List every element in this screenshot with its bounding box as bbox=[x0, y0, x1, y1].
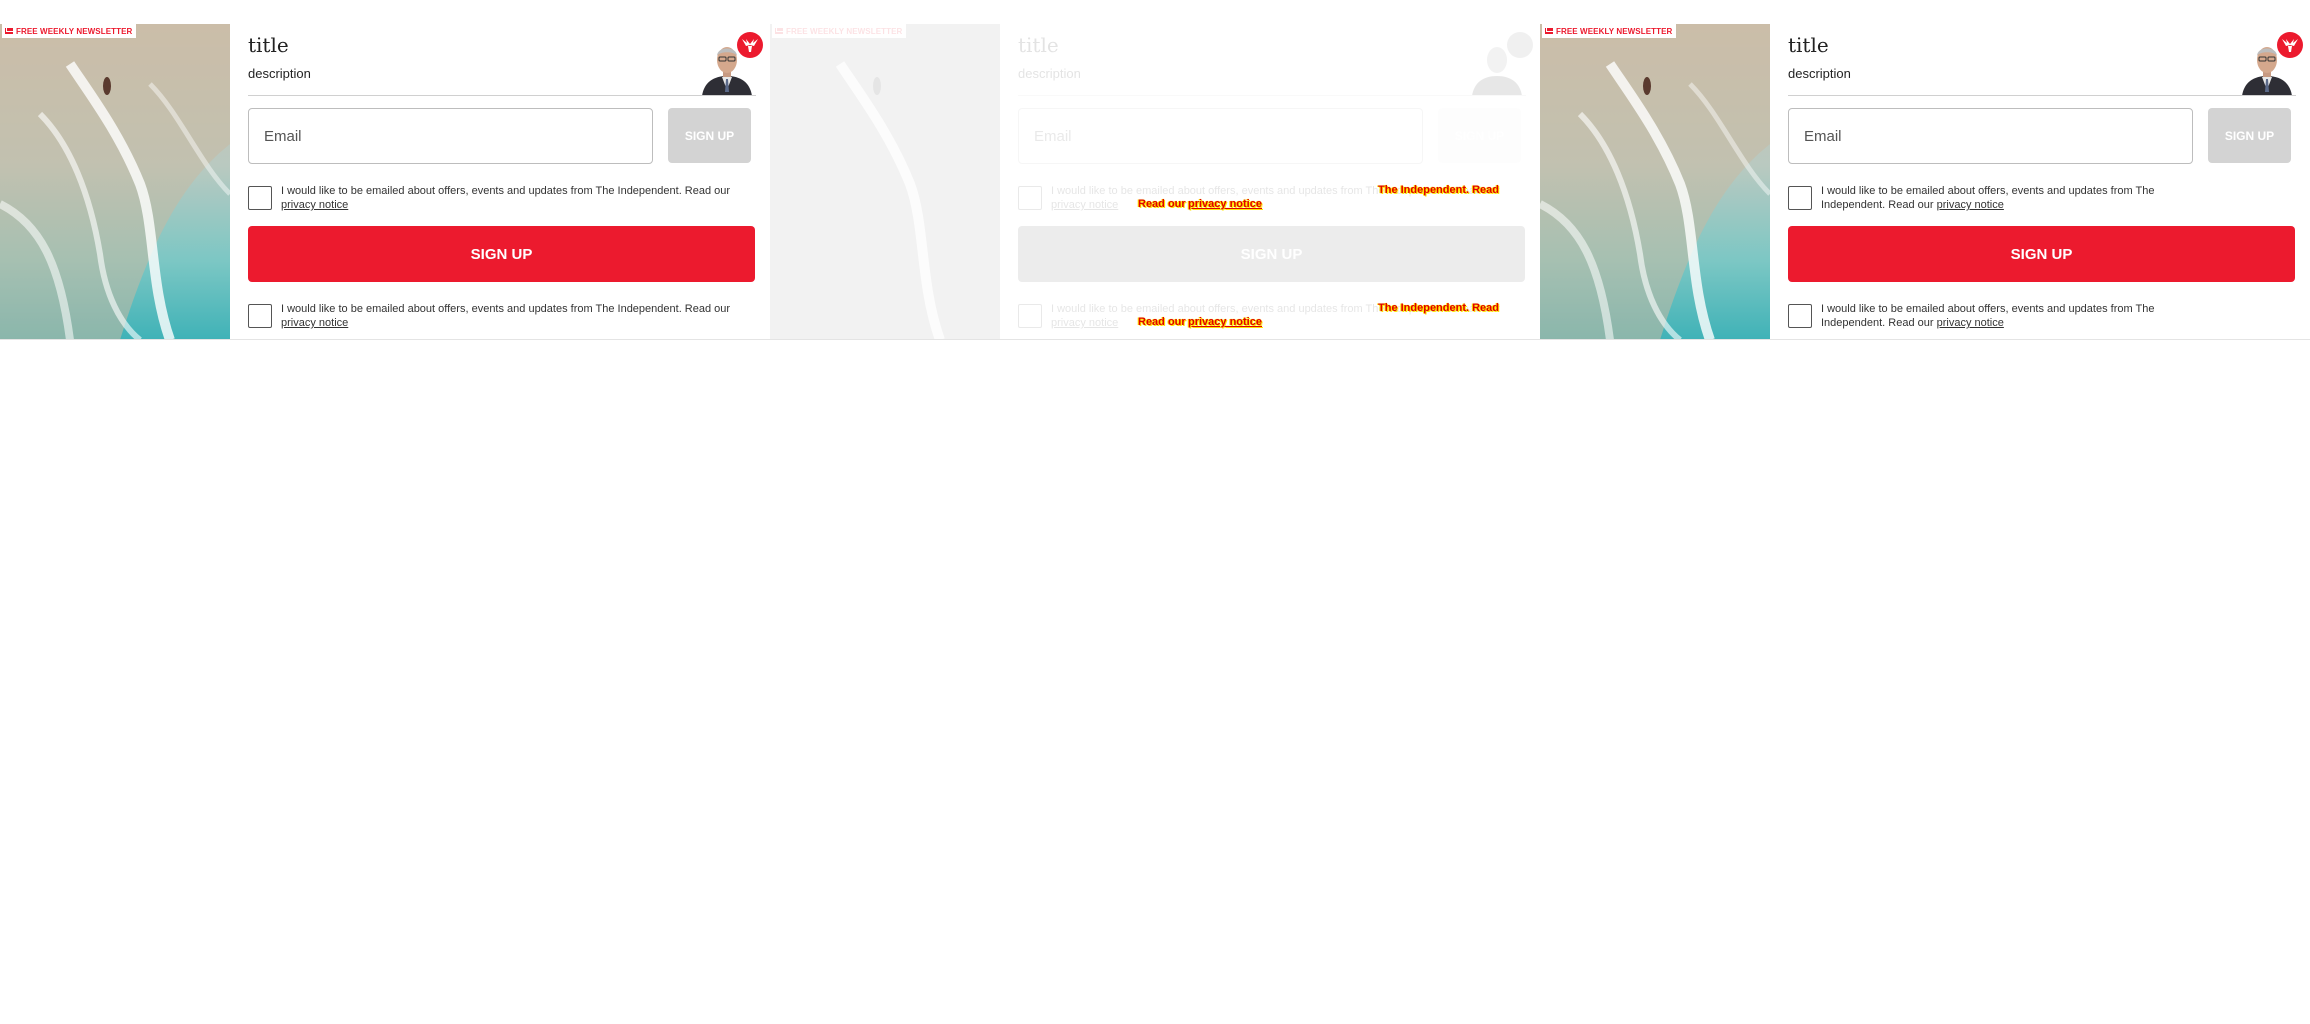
mail-icon bbox=[775, 28, 783, 34]
email-input-3[interactable] bbox=[1804, 127, 2177, 145]
independent-eagle-logo bbox=[2277, 32, 2303, 58]
highlight-privacy: privacy notice bbox=[1188, 198, 1262, 210]
panel-bottom-border bbox=[0, 339, 770, 340]
consent-checkbox-3b[interactable] bbox=[1788, 304, 1812, 328]
consent-checkbox-3[interactable] bbox=[1788, 186, 1812, 210]
privacy-notice-link-2[interactable]: privacy notice bbox=[281, 317, 348, 329]
consent-text: I would like to be emailed about offers,… bbox=[281, 184, 741, 212]
newsletter-panel-2: FREE WEEKLY NEWSLETTER title description… bbox=[770, 24, 1540, 340]
signup-button-small[interactable]: SIGN UP bbox=[668, 108, 751, 163]
consent-text-3b: I would like to be emailed about offers,… bbox=[1821, 302, 2161, 330]
header-divider bbox=[1788, 95, 2296, 96]
badge-label-faded: FREE WEEKLY NEWSLETTER bbox=[786, 26, 903, 36]
mail-icon bbox=[5, 28, 13, 34]
consent-text-3: I would like to be emailed about offers,… bbox=[1821, 184, 2161, 212]
highlight-line1-2: The Independent. Read bbox=[1378, 302, 1500, 314]
highlight-read: Read our bbox=[1138, 198, 1186, 210]
privacy-notice-link[interactable]: privacy notice bbox=[281, 199, 348, 211]
consent-label: I would like to be emailed about offers,… bbox=[281, 185, 731, 197]
highlight-privacy-link[interactable]: privacy notice bbox=[1188, 198, 1262, 210]
newsletter-badge: FREE WEEKLY NEWSLETTER bbox=[2, 24, 137, 38]
badge-label-3: FREE WEEKLY NEWSLETTER bbox=[1556, 26, 1673, 36]
privacy-notice-link-3b[interactable]: privacy notice bbox=[1937, 317, 2004, 329]
consent-checkbox-2[interactable] bbox=[248, 304, 272, 328]
newsletter-description: description bbox=[248, 66, 311, 81]
newsletter-content-3: title description SIGN bbox=[1770, 24, 2310, 340]
panel-bottom-border bbox=[1540, 339, 2310, 340]
newsletter-content-overlay: SIGN UP The Independent. Read Read our p… bbox=[1000, 24, 1540, 340]
newsletter-panel-1: FREE WEEKLY NEWSLETTER title description bbox=[0, 24, 770, 340]
highlight-privacy-link-2[interactable]: privacy notice bbox=[1188, 316, 1262, 328]
beach-hero-image-faded bbox=[770, 24, 1000, 340]
badge-label: FREE WEEKLY NEWSLETTER bbox=[16, 26, 133, 36]
newsletter-badge-3: FREE WEEKLY NEWSLETTER bbox=[1542, 24, 1677, 38]
beach-hero-image-3 bbox=[1540, 24, 1770, 340]
signup-button-small-3[interactable]: SIGN UP bbox=[2208, 108, 2291, 163]
newsletter-description-3: description bbox=[1788, 66, 1851, 81]
panel-bottom-border bbox=[770, 339, 1540, 340]
email-field-3[interactable] bbox=[1788, 108, 2193, 164]
newsletter-badge-faded: FREE WEEKLY NEWSLETTER bbox=[772, 24, 907, 38]
signup-button[interactable]: SIGN UP bbox=[248, 226, 755, 282]
newsletter-panel-3: FREE WEEKLY NEWSLETTER title description bbox=[1540, 24, 2310, 340]
header-divider bbox=[248, 95, 756, 96]
email-input[interactable] bbox=[264, 127, 637, 145]
consent-checkbox[interactable] bbox=[248, 186, 272, 210]
highlight-line1: The Independent. Read bbox=[1378, 184, 1500, 196]
newsletter-title: title bbox=[248, 33, 289, 57]
beach-hero-image bbox=[0, 24, 230, 340]
highlight-read-2: Read our bbox=[1138, 316, 1186, 328]
newsletter-title-3: title bbox=[1788, 33, 1829, 57]
independent-eagle-logo bbox=[737, 32, 763, 58]
signup-button-3[interactable]: SIGN UP bbox=[1788, 226, 2295, 282]
privacy-notice-link-3[interactable]: privacy notice bbox=[1937, 199, 2004, 211]
newsletter-content: title description SIGN bbox=[230, 24, 770, 340]
email-field[interactable] bbox=[248, 108, 653, 164]
highlight-privacy-2: privacy notice bbox=[1188, 316, 1262, 328]
signup-button-faded[interactable]: SIGN UP bbox=[1018, 226, 1525, 282]
consent-text-2: I would like to be emailed about offers,… bbox=[281, 302, 741, 330]
consent-label-2: I would like to be emailed about offers,… bbox=[281, 303, 731, 315]
mail-icon bbox=[1545, 28, 1553, 34]
